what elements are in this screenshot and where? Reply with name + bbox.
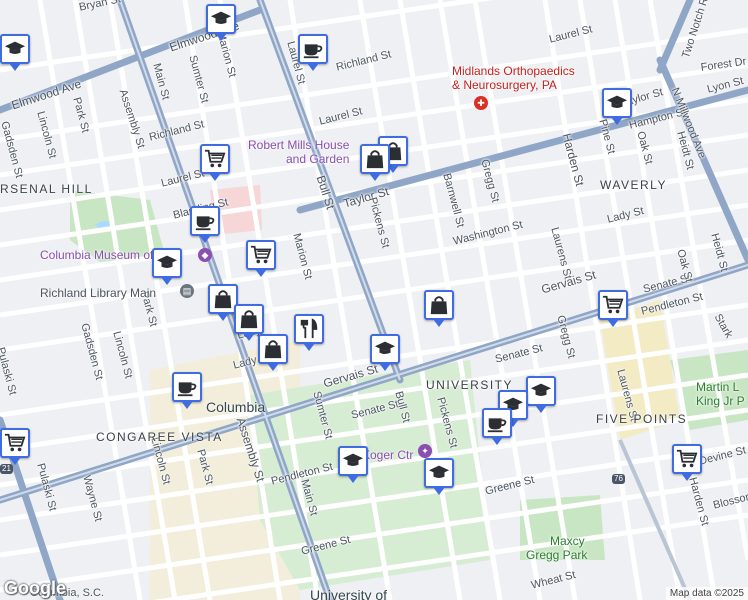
place-label[interactable]: and Garden	[286, 152, 349, 166]
base-map	[0, 0, 748, 600]
marker-grocery[interactable]	[0, 428, 30, 465]
marker-grocery[interactable]	[672, 444, 702, 481]
neighborhood-label: WAVERLY	[600, 178, 667, 192]
marker-restaurant[interactable]	[294, 314, 324, 351]
coffee-cup-icon	[303, 44, 323, 59]
marker-school[interactable]	[602, 88, 632, 125]
marker-shopping[interactable]	[234, 304, 264, 341]
marker-school[interactable]	[206, 4, 236, 41]
coffee-cup-icon	[177, 382, 197, 397]
place-label[interactable]: Martin L	[696, 380, 739, 394]
google-logo[interactable]: Google	[4, 578, 66, 599]
map-credit[interactable]: Map data ©2025	[665, 587, 748, 600]
place-label[interactable]: Maxcy	[550, 534, 585, 548]
place-label[interactable]: & Neurosurgery, PA	[452, 78, 557, 92]
marker-cafe[interactable]	[190, 206, 220, 243]
shopping-cart-icon	[4, 433, 26, 452]
shopping-cart-icon	[676, 449, 698, 468]
graduation-cap-icon	[156, 255, 178, 269]
marker-cafe[interactable]	[482, 408, 512, 445]
shopping-cart-icon	[602, 295, 624, 314]
shopping-bag-icon	[240, 310, 258, 329]
place-label[interactable]: Midlands Orthopaedics	[452, 64, 575, 78]
graduation-cap-icon	[210, 11, 232, 25]
museum-icon[interactable]: ◆	[198, 248, 212, 262]
marker-school[interactable]	[424, 458, 454, 495]
graduation-cap-icon	[4, 41, 26, 55]
shopping-bag-icon	[264, 340, 282, 359]
marker-school[interactable]	[526, 376, 556, 413]
place-label[interactable]: Robert Mills House	[248, 138, 349, 152]
neighborhood-label: CONGAREE VISTA	[96, 430, 223, 444]
route-shield: 76	[612, 474, 625, 484]
shopping-bag-icon	[214, 290, 232, 309]
marker-cafe[interactable]	[172, 372, 202, 409]
place-label[interactable]: Koger Ctr	[362, 448, 413, 462]
marker-shopping[interactable]	[360, 144, 390, 181]
route-shield: 21	[0, 464, 13, 474]
marker-school[interactable]	[338, 446, 368, 483]
neighborhood-label: RSENAL HILL	[0, 182, 93, 196]
marker-shopping[interactable]	[424, 290, 454, 327]
shopping-bag-icon	[430, 296, 448, 315]
place-label[interactable]: Gregg Park	[526, 548, 587, 562]
place-label[interactable]: King Jr P	[696, 394, 745, 408]
theater-icon[interactable]: ✦	[418, 444, 432, 458]
place-label[interactable]: Richland Library Main	[40, 286, 156, 300]
graduation-cap-icon	[428, 465, 450, 479]
graduation-cap-icon	[606, 95, 628, 109]
marker-cafe[interactable]	[298, 34, 328, 71]
shopping-bag-icon	[366, 150, 384, 169]
place-label[interactable]: Columbia	[206, 400, 265, 414]
marker-grocery[interactable]	[598, 290, 628, 327]
shopping-cart-icon	[250, 245, 272, 264]
marker-grocery[interactable]	[200, 144, 230, 181]
coffee-cup-icon	[195, 216, 215, 231]
marker-grocery[interactable]	[246, 240, 276, 277]
marker-school[interactable]	[0, 34, 30, 71]
map-canvas[interactable]: Bryan St Marion St Elmwood Ave Elmwood A…	[0, 0, 748, 600]
coffee-cup-icon	[487, 418, 507, 433]
graduation-cap-icon	[342, 453, 364, 467]
neighborhood-label: FIVE POINTS	[596, 412, 688, 426]
marker-school[interactable]	[152, 248, 182, 285]
shopping-cart-icon	[204, 149, 226, 168]
utensils-icon	[300, 318, 318, 339]
graduation-cap-icon	[374, 341, 396, 355]
hospital-icon[interactable]: ✚	[474, 96, 488, 110]
graduation-cap-icon	[530, 383, 552, 397]
library-icon[interactable]: ▤	[180, 284, 194, 298]
place-label[interactable]: University of	[310, 588, 387, 600]
marker-shopping[interactable]	[258, 334, 288, 371]
marker-school[interactable]	[370, 334, 400, 371]
